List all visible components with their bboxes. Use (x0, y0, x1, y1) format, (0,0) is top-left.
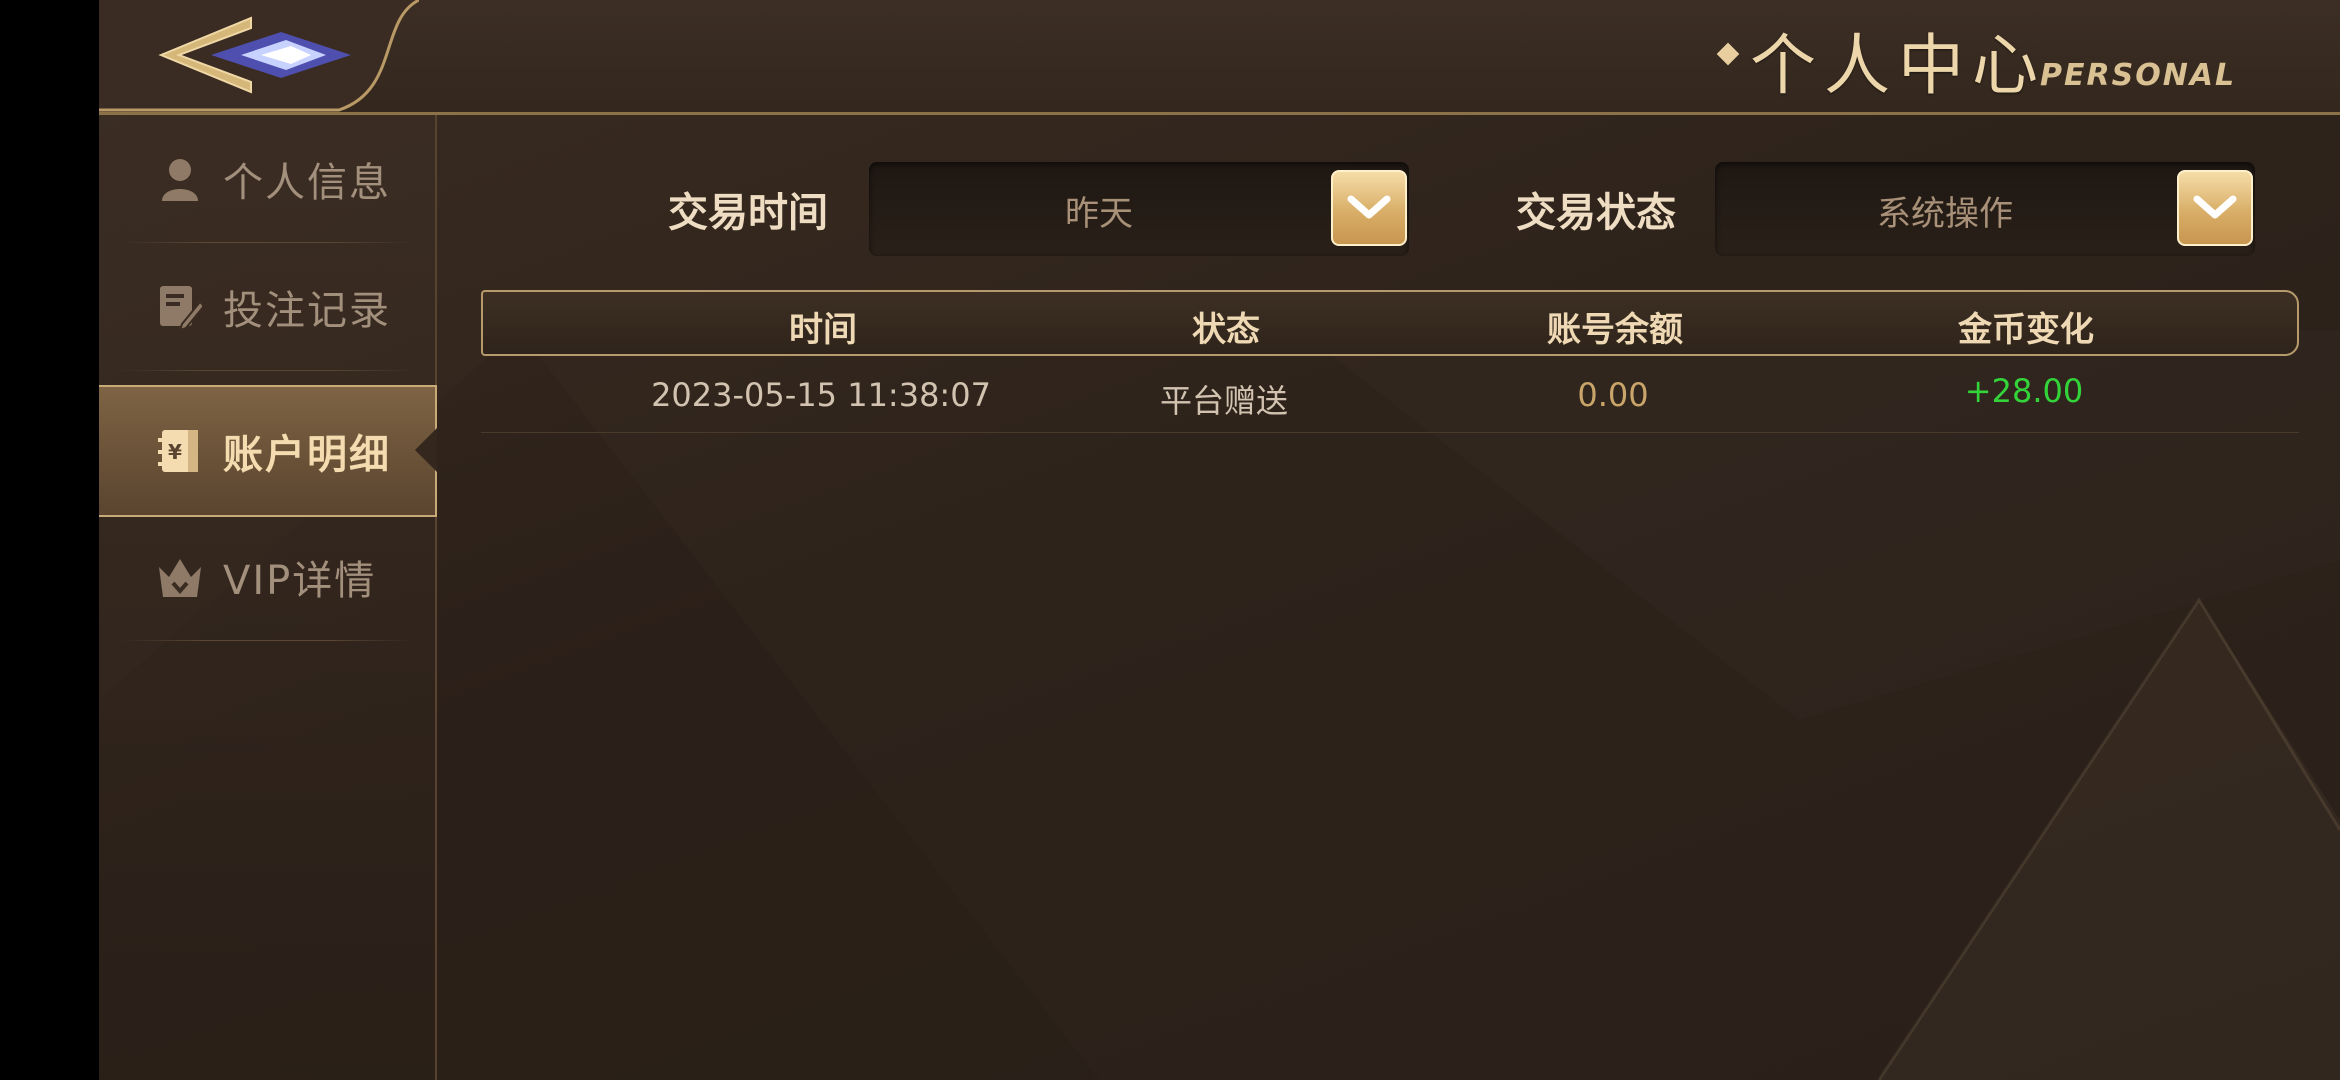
status-dropdown-button[interactable] (2177, 170, 2253, 246)
table-header: 时间 状态 账号余额 金币变化 (481, 290, 2299, 356)
time-filter-dropdown[interactable]: 昨天 (869, 162, 1409, 256)
sidebar-item-account-details[interactable]: ¥ 账户明细 (99, 385, 437, 517)
time-filter-value: 昨天 (1065, 194, 1133, 234)
chevron-down-icon (2193, 195, 2237, 219)
column-header-status: 状态 (1192, 310, 1260, 350)
active-indicator-icon (415, 428, 437, 472)
back-panel (99, 0, 419, 112)
column-header-time: 时间 (789, 310, 857, 350)
sidebar-item-vip-details[interactable]: VIP详情 (99, 513, 435, 641)
page-title-en: PERSONAL (2040, 58, 2237, 93)
status-filter-dropdown[interactable]: 系统操作 (1715, 162, 2255, 256)
sidebar-item-bet-records[interactable]: 投注记录 (99, 243, 435, 371)
back-button[interactable] (151, 10, 361, 100)
column-header-balance: 账号余额 (1547, 310, 1683, 350)
edit-record-icon (157, 284, 203, 330)
page-title: 个人中心 (1750, 27, 2046, 104)
time-dropdown-button[interactable] (1331, 170, 1407, 246)
diamond-ornament-icon (1716, 42, 1740, 66)
svg-text:¥: ¥ (168, 440, 182, 464)
sidebar-item-label: 账户明细 (223, 432, 391, 478)
top-header: 个人中心 PERSONAL (99, 0, 2340, 115)
sidebar-item-label: 投注记录 (223, 288, 391, 334)
back-arrow-icon (158, 16, 351, 94)
ledger-icon: ¥ (157, 428, 203, 474)
time-filter-label: 交易时间 (668, 190, 828, 236)
page-title-block: 个人中心 PERSONAL (1716, 6, 2310, 106)
sidebar-item-label: VIP详情 (223, 558, 377, 604)
chevron-down-icon (1347, 195, 1391, 219)
table-row: 2023-05-15 11:38:07 平台赠送 0.00 +28.00 (481, 360, 2299, 433)
sidebar-item-personal-info[interactable]: 个人信息 (99, 115, 435, 243)
cell-status: 平台赠送 (1159, 382, 1288, 420)
cell-time: 2023-05-15 11:38:07 (651, 376, 991, 414)
cell-balance: 0.00 (1577, 376, 1649, 414)
column-header-coin-change: 金币变化 (1958, 310, 2094, 350)
app-window: 个人中心 PERSONAL 个人信息 投注记录 ¥ 账户明细 VIP详情 交易时… (99, 0, 2340, 1080)
sidebar-item-label: 个人信息 (223, 160, 391, 206)
crown-icon (157, 554, 203, 600)
status-filter-label: 交易状态 (1516, 190, 1676, 236)
status-filter-value: 系统操作 (1877, 194, 2013, 234)
cell-coin-change: +28.00 (1964, 372, 2084, 410)
user-icon (157, 156, 203, 202)
sidebar: 个人信息 投注记录 ¥ 账户明细 VIP详情 (99, 115, 437, 1080)
